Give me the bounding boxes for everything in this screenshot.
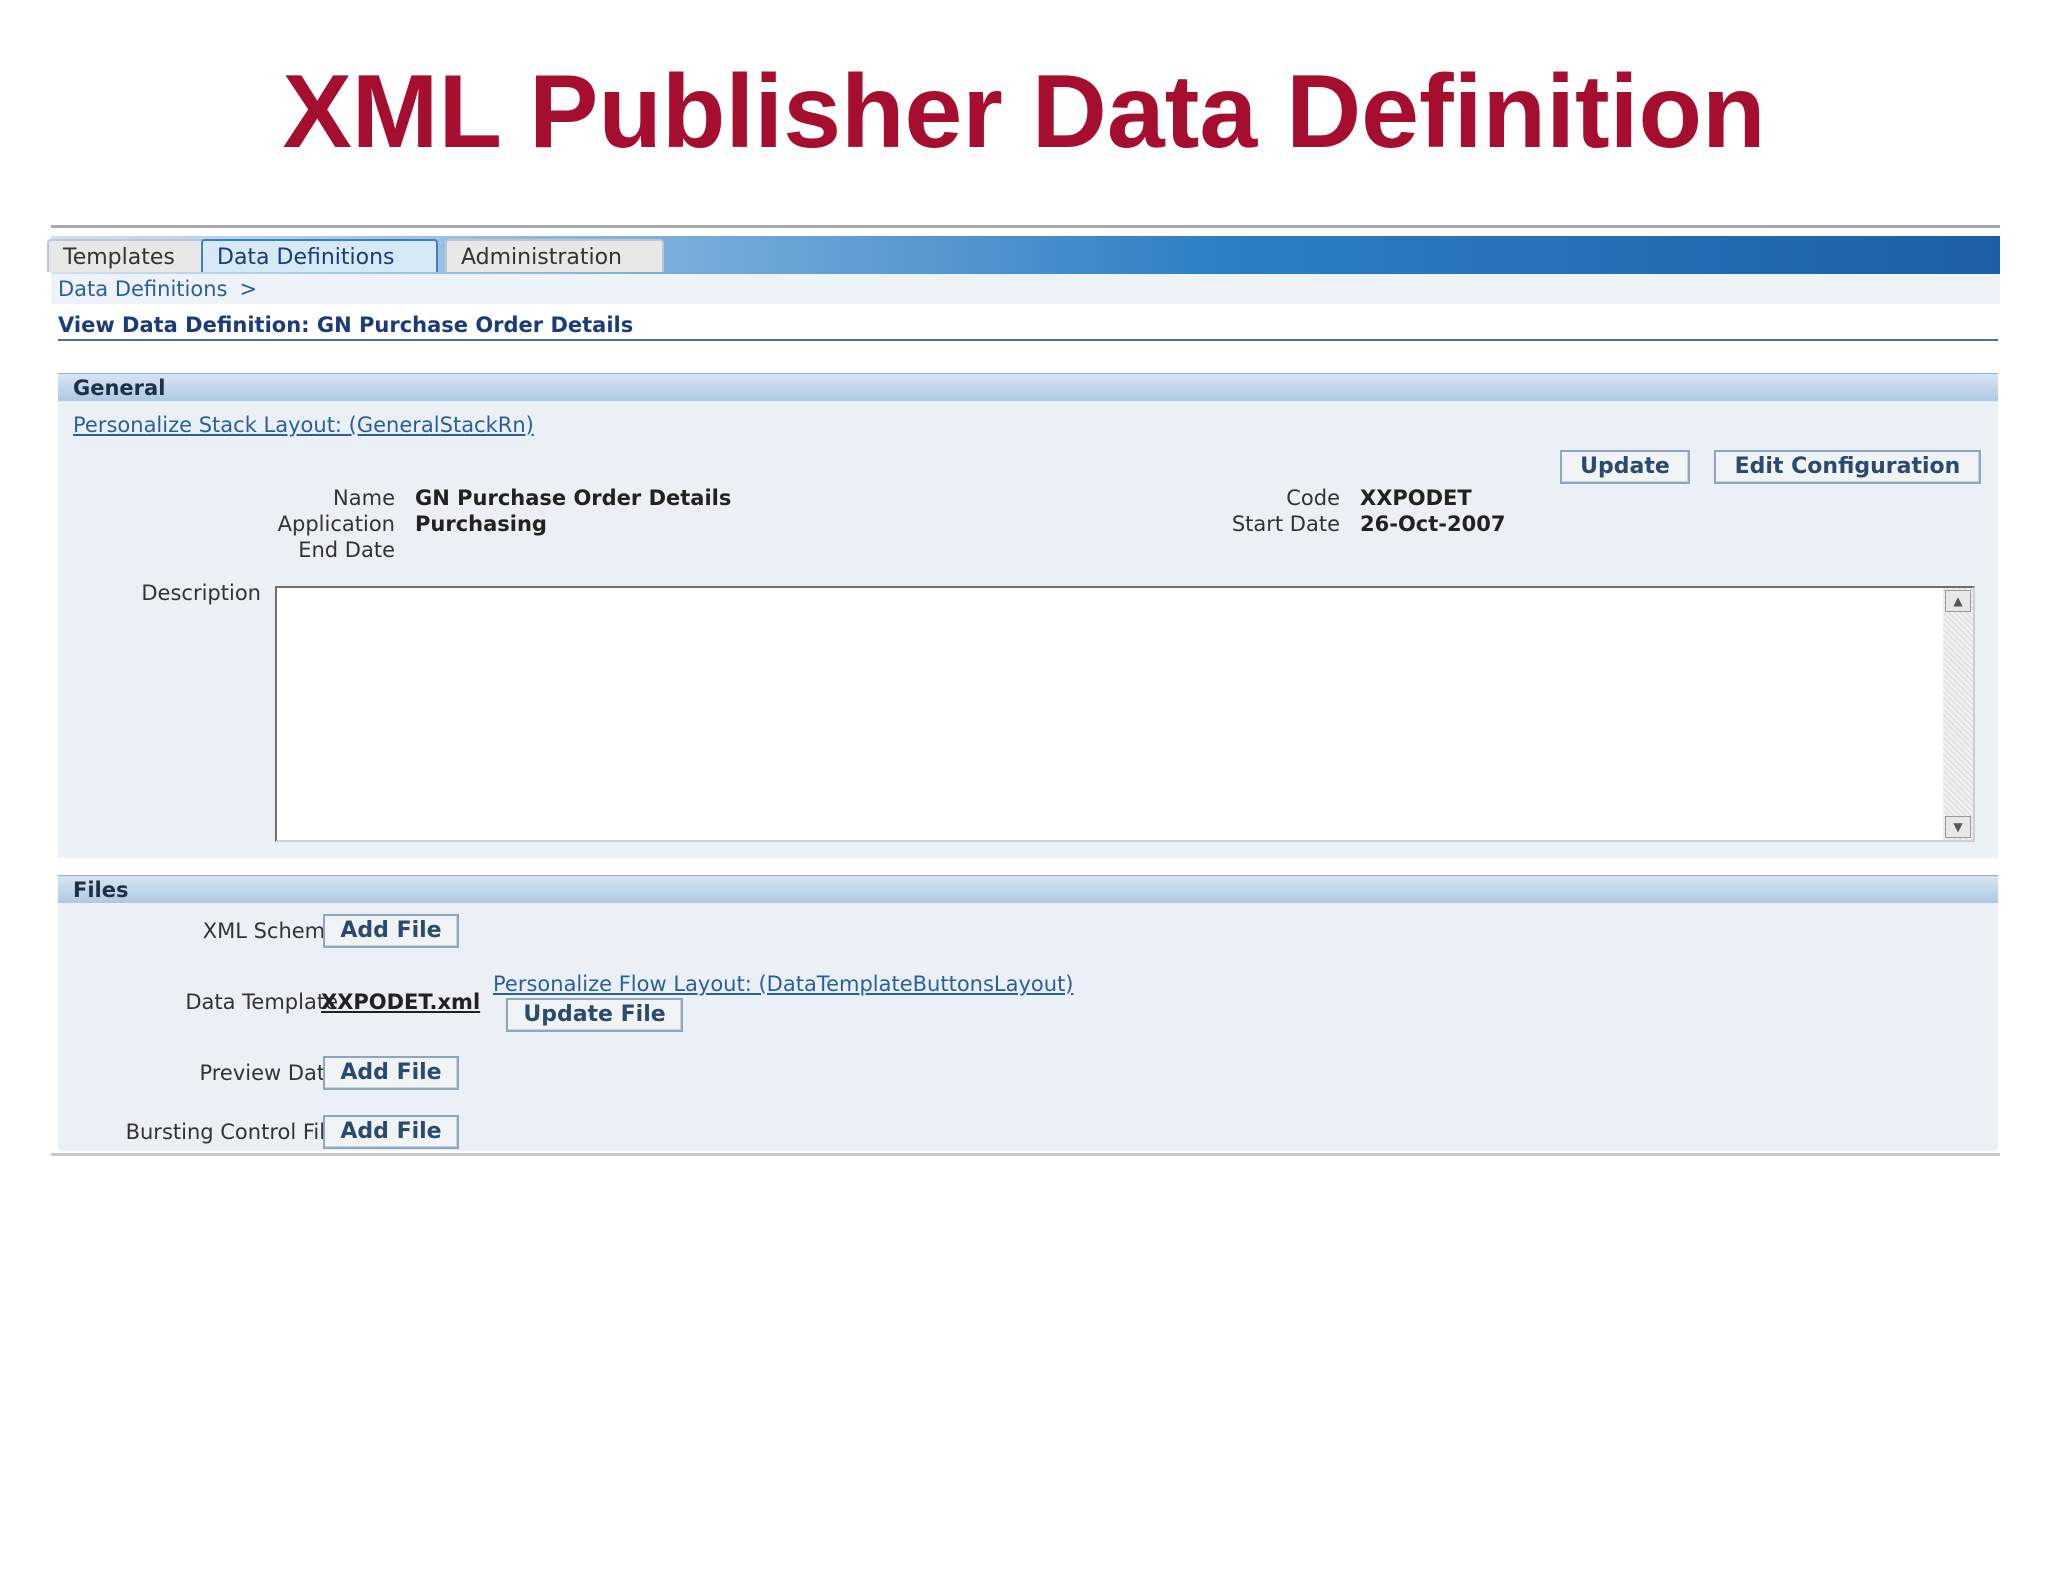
description-scrollbar[interactable]: ▲ ▼ (1943, 588, 1973, 840)
slide-title: XML Publisher Data Definition (282, 54, 1766, 170)
code-label: Code (1286, 486, 1340, 510)
update-button[interactable]: Update (1560, 450, 1690, 484)
files-section: Files XML Schema Add File Data Template … (58, 875, 1998, 1151)
sub-tab-bar (51, 274, 2000, 304)
oracle-app-screenshot: Templates Data Definitions Administratio… (47, 225, 2000, 1158)
breadcrumb-separator: > (239, 277, 258, 301)
start-date-label: Start Date (1231, 512, 1340, 536)
update-file-button[interactable]: Update File (506, 998, 683, 1032)
heading-divider (58, 339, 1998, 341)
tab-data-definitions[interactable]: Data Definitions (201, 239, 438, 272)
description-textarea[interactable]: ▲ ▼ (275, 586, 1975, 842)
xml-schema-add-file-button[interactable]: Add File (323, 914, 459, 948)
page-heading: View Data Definition: GN Purchase Order … (58, 313, 634, 337)
preview-data-label: Preview Data (199, 1061, 338, 1085)
general-section-title: General (73, 376, 166, 400)
end-date-label: End Date (298, 538, 395, 562)
start-date-value: 26-Oct-2007 (1360, 512, 1506, 536)
personalize-stack-layout-link[interactable]: Personalize Stack Layout: (GeneralStackR… (73, 413, 534, 437)
bursting-control-file-label: Bursting Control File (125, 1120, 338, 1144)
xml-schema-label: XML Schema (202, 919, 338, 943)
description-label: Description (141, 581, 261, 605)
name-value: GN Purchase Order Details (415, 486, 732, 510)
tab-bar: Templates Data Definitions Administratio… (47, 236, 2000, 274)
files-section-title: Files (73, 878, 129, 902)
general-section: General Personalize Stack Layout: (Gener… (58, 373, 1998, 858)
general-section-header: General (58, 373, 1998, 401)
application-label: Application (277, 512, 395, 536)
scroll-down-icon[interactable]: ▼ (1945, 816, 1971, 838)
bursting-add-file-button[interactable]: Add File (323, 1115, 459, 1149)
preview-data-add-file-button[interactable]: Add File (323, 1056, 459, 1090)
data-template-file-link[interactable]: XXPODET.xml (321, 990, 480, 1014)
files-section-header: Files (58, 875, 1998, 903)
application-value: Purchasing (415, 512, 547, 536)
personalize-flow-layout-link[interactable]: Personalize Flow Layout: (DataTemplateBu… (493, 972, 1074, 996)
scroll-up-icon[interactable]: ▲ (1945, 590, 1971, 612)
data-template-label: Data Template (185, 990, 338, 1014)
name-label: Name (333, 486, 395, 510)
breadcrumb-link-data-definitions[interactable]: Data Definitions (58, 277, 227, 301)
breadcrumb: Data Definitions > (58, 275, 257, 303)
screenshot-bottom-border (51, 1153, 2000, 1156)
code-value: XXPODET (1360, 486, 1472, 510)
tab-administration[interactable]: Administration (445, 239, 664, 272)
edit-configuration-button[interactable]: Edit Configuration (1714, 450, 1981, 484)
